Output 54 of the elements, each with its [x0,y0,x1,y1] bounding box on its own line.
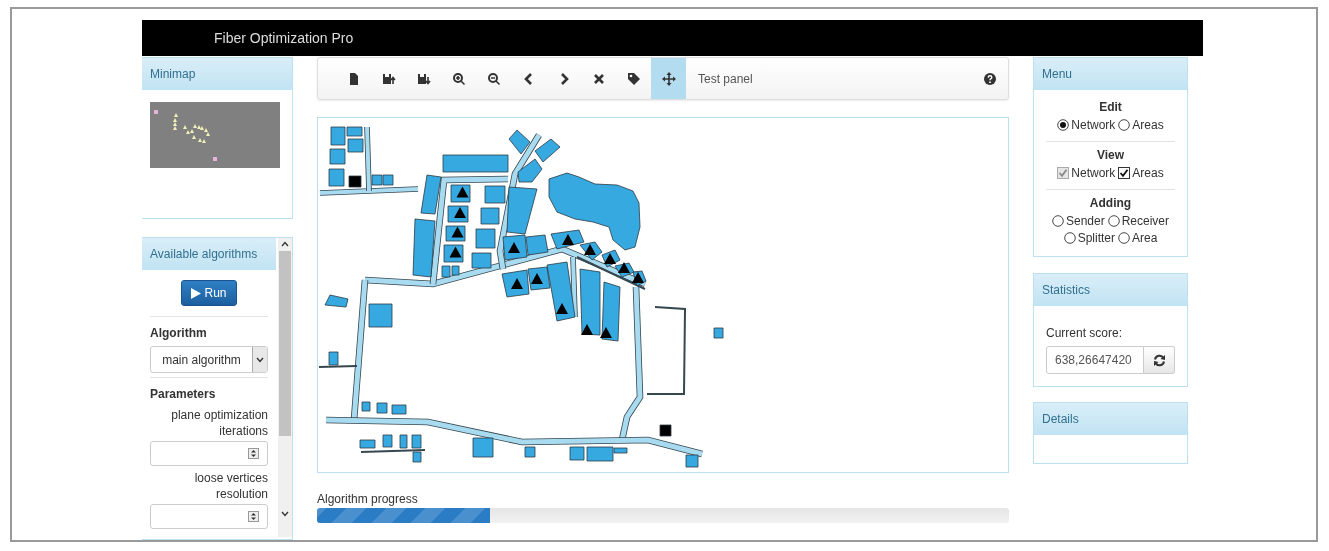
option-label[interactable]: Areas [1132,118,1164,132]
refresh-icon [1152,353,1166,367]
save-upload-icon [381,71,396,86]
section-title: Adding [1089,196,1132,210]
option-label[interactable]: Area [1132,231,1158,245]
scrollbar[interactable] [278,238,292,537]
score-field[interactable]: 638,26647420 [1046,346,1144,374]
zoom-in-icon [451,71,466,86]
move-icon [661,71,676,86]
radio-button[interactable] [1118,119,1131,131]
progress-label: Algorithm progress [317,492,419,506]
section-label: Parameters [150,387,217,401]
field-label: Current score: [1046,326,1124,340]
radio-button[interactable] [1051,215,1064,227]
field-label: plane optimization iterations [170,407,268,439]
radio-button[interactable] [1063,232,1076,244]
option-label[interactable]: Splitter [1077,231,1115,245]
spinner-icon[interactable] [248,448,259,459]
radio-button[interactable] [1118,232,1130,244]
caret-icon [256,356,264,363]
option-label[interactable]: Network [1071,118,1116,132]
scroll-up-icon[interactable] [281,241,289,247]
panel-title: Statistics [1034,274,1187,306]
scrollbar-thumb[interactable] [279,251,291,436]
number-field[interactable] [150,441,268,466]
option-label[interactable]: Sender [1065,214,1105,228]
panel-title: Details [1034,403,1187,435]
save-download-icon [416,71,431,86]
field-label: Algorithm [150,326,208,340]
field-label: loose vertices resolution [193,470,268,502]
option-label[interactable]: Receiver [1121,214,1170,228]
help-icon[interactable] [984,72,996,85]
app-title: Fiber Optimization Pro [214,30,354,46]
panel-label: Test panel [698,71,753,86]
scroll-down-icon[interactable] [281,511,289,517]
tag-icon [626,71,641,86]
number-field[interactable] [150,504,268,529]
spinner-icon[interactable] [248,511,259,522]
radio-button[interactable] [1057,119,1070,131]
section-title: View [1096,148,1125,162]
run-button[interactable]: Run [181,280,237,306]
refresh-button[interactable] [1144,346,1175,374]
zoom-out-icon [486,71,501,86]
option-label[interactable]: Areas [1132,166,1164,180]
panel-title: Menu [1034,58,1187,90]
play-icon [191,287,202,299]
section-title: Edit [1099,100,1122,114]
radio-button[interactable] [1107,215,1120,227]
toolbar-button[interactable] [651,58,686,99]
close-icon [591,71,606,86]
panel-title: Minimap [142,58,292,90]
algorithm-dropdown[interactable]: main algorithm [150,346,268,373]
checkbox[interactable] [1118,167,1131,179]
panel-title: Available algorithms [142,238,276,270]
